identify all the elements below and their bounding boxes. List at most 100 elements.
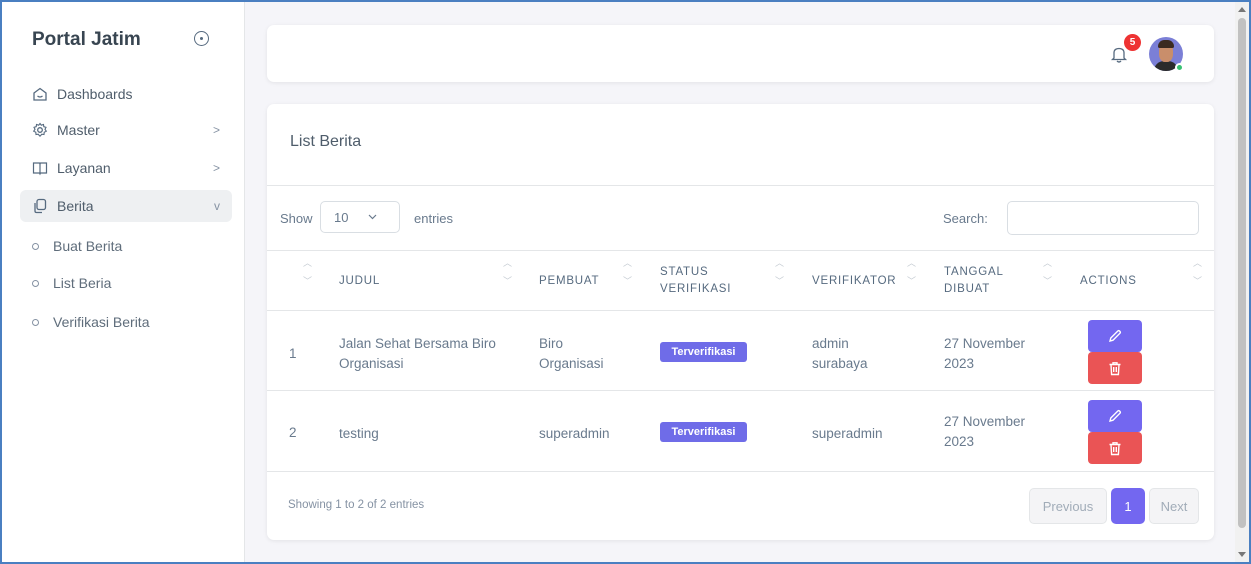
- gear-icon: [32, 122, 48, 138]
- page-length-value: 10: [334, 209, 349, 225]
- pencil-icon: [1109, 329, 1122, 342]
- column-header-line: TANGGAL: [944, 266, 1004, 278]
- table-info: Showing 1 to 2 of 2 entries: [288, 499, 425, 511]
- chevron-down-icon: [367, 211, 378, 225]
- row-divider: [267, 390, 1214, 391]
- cell-pembuat: superadmin: [539, 426, 610, 441]
- home-icon: [32, 86, 48, 102]
- sort-icon: ︿ ﹀: [775, 258, 785, 286]
- cell-line: Organisasi: [339, 356, 404, 371]
- column-header-judul[interactable]: JUDUL: [339, 273, 380, 290]
- sidebar-item-master[interactable]: Master >: [20, 114, 232, 146]
- list-berita-card: List Berita Show 10 entries Search: ︿ ﹀ J…: [267, 104, 1214, 540]
- sort-icon: ︿ ﹀: [1043, 258, 1053, 286]
- cell-pembuat: Biro Organisasi: [539, 334, 604, 374]
- cell-line: Biro: [539, 336, 564, 351]
- sort-icon: ︿ ﹀: [907, 258, 917, 286]
- search-label: Search:: [943, 211, 988, 226]
- sort-icon: ︿ ﹀: [623, 258, 633, 286]
- avatar-hair: [1158, 40, 1174, 48]
- delete-button[interactable]: [1088, 432, 1142, 464]
- sidebar-item-label: Dashboards: [57, 86, 133, 102]
- sidebar-item-dashboards[interactable]: Dashboards: [20, 78, 232, 110]
- trash-icon: [1109, 441, 1121, 455]
- top-navbar: 5: [267, 25, 1214, 82]
- scroll-up-arrow-icon[interactable]: [1238, 7, 1246, 12]
- trash-icon: [1109, 361, 1121, 375]
- sidebar-item-berita[interactable]: Berita v: [20, 190, 232, 222]
- page-scrollbar[interactable]: [1235, 2, 1249, 562]
- sidebar-subitem-label: Verifikasi Berita: [53, 314, 150, 330]
- sidebar-item-label: Berita: [57, 198, 94, 214]
- cell-line: Organisasi: [539, 356, 604, 371]
- status-badge: Terverifikasi: [660, 422, 747, 442]
- card-title: List Berita: [290, 133, 362, 150]
- cell-line: 27 November: [944, 336, 1026, 351]
- sidebar-subitem-buat-berita[interactable]: Buat Berita: [32, 238, 122, 254]
- show-label: Show: [280, 211, 313, 226]
- edit-button[interactable]: [1088, 400, 1142, 432]
- column-header-status[interactable]: STATUS VERIFIKASI: [660, 264, 731, 298]
- cell-judul: testing: [339, 426, 379, 441]
- entries-label: entries: [414, 211, 454, 226]
- divider: [267, 185, 1214, 186]
- cell-line: admin: [812, 336, 849, 351]
- delete-button[interactable]: [1088, 352, 1142, 384]
- cell-tanggal: 27 November 2023: [944, 334, 1025, 374]
- edit-button[interactable]: [1088, 320, 1142, 352]
- copy-icon: [32, 198, 48, 214]
- status-badge: Terverifikasi: [660, 342, 747, 362]
- sidebar-item-layanan[interactable]: Layanan >: [20, 152, 232, 184]
- sidebar-item-label: Master: [57, 122, 100, 138]
- column-header-verifikator[interactable]: VERIFIKATOR: [812, 273, 896, 290]
- column-header-tanggal[interactable]: TANGGAL DIBUAT: [944, 264, 1004, 298]
- row-number: 2: [289, 425, 297, 440]
- page-length-select[interactable]: 10: [320, 201, 400, 233]
- sidebar-toggle-icon[interactable]: [194, 31, 209, 46]
- sidebar-item-label: Layanan: [57, 160, 111, 176]
- sort-icon: ︿ ﹀: [303, 258, 313, 286]
- cell-line: Jalan Sehat Bersama Biro: [339, 336, 496, 351]
- chevron-down-icon: v: [214, 199, 220, 213]
- cell-verifikator: superadmin: [812, 426, 883, 441]
- sort-icon: ︿ ﹀: [503, 258, 513, 286]
- notification-badge: 5: [1124, 34, 1141, 51]
- sidebar-subitem-verifikasi-berita[interactable]: Verifikasi Berita: [32, 314, 149, 330]
- column-header-actions: ACTIONS: [1080, 275, 1137, 287]
- cell-line: surabaya: [812, 356, 868, 371]
- column-header-line: DIBUAT: [944, 283, 991, 295]
- page-1-button[interactable]: 1: [1111, 488, 1145, 524]
- pencil-icon: [1109, 409, 1122, 422]
- column-header-line: STATUS: [660, 266, 709, 278]
- cell-line: 2023: [944, 356, 975, 371]
- circle-icon: [32, 279, 39, 287]
- chevron-right-icon: >: [212, 123, 220, 137]
- previous-button[interactable]: Previous: [1029, 488, 1107, 524]
- table-top-border: [267, 250, 1214, 251]
- column-header-pembuat[interactable]: PEMBUAT: [539, 273, 599, 290]
- chevron-right-icon: >: [212, 161, 220, 175]
- cell-judul: Jalan Sehat Bersama Biro Organisasi: [339, 334, 496, 374]
- cell-line: 27 November: [944, 414, 1026, 429]
- table-header-border: [267, 310, 1214, 311]
- book-icon: [32, 160, 48, 176]
- sidebar-subitem-label: Buat Berita: [53, 238, 123, 254]
- sidebar-subitem-label: List Beria: [53, 275, 112, 291]
- circle-icon: [32, 242, 39, 250]
- brand-title[interactable]: Portal Jatim: [32, 29, 141, 51]
- scroll-down-arrow-icon[interactable]: [1238, 552, 1246, 557]
- circle-icon: [32, 318, 39, 326]
- table-bottom-border: [267, 471, 1214, 472]
- next-button[interactable]: Next: [1149, 488, 1199, 524]
- scroll-thumb[interactable]: [1238, 18, 1246, 528]
- online-status-dot: [1175, 63, 1184, 72]
- search-input[interactable]: [1007, 201, 1199, 235]
- column-header-line: VERIFIKASI: [660, 283, 732, 295]
- cell-tanggal: 27 November 2023: [944, 412, 1025, 452]
- cell-verifikator: admin surabaya: [812, 334, 868, 374]
- sidebar: Portal Jatim Dashboards Master > Layanan…: [2, 2, 245, 562]
- sort-icon: ︿ ﹀: [1193, 258, 1203, 286]
- sidebar-subitem-list-berita[interactable]: List Beria: [32, 275, 111, 291]
- cell-line: 2023: [944, 434, 975, 449]
- row-number: 1: [289, 346, 297, 361]
